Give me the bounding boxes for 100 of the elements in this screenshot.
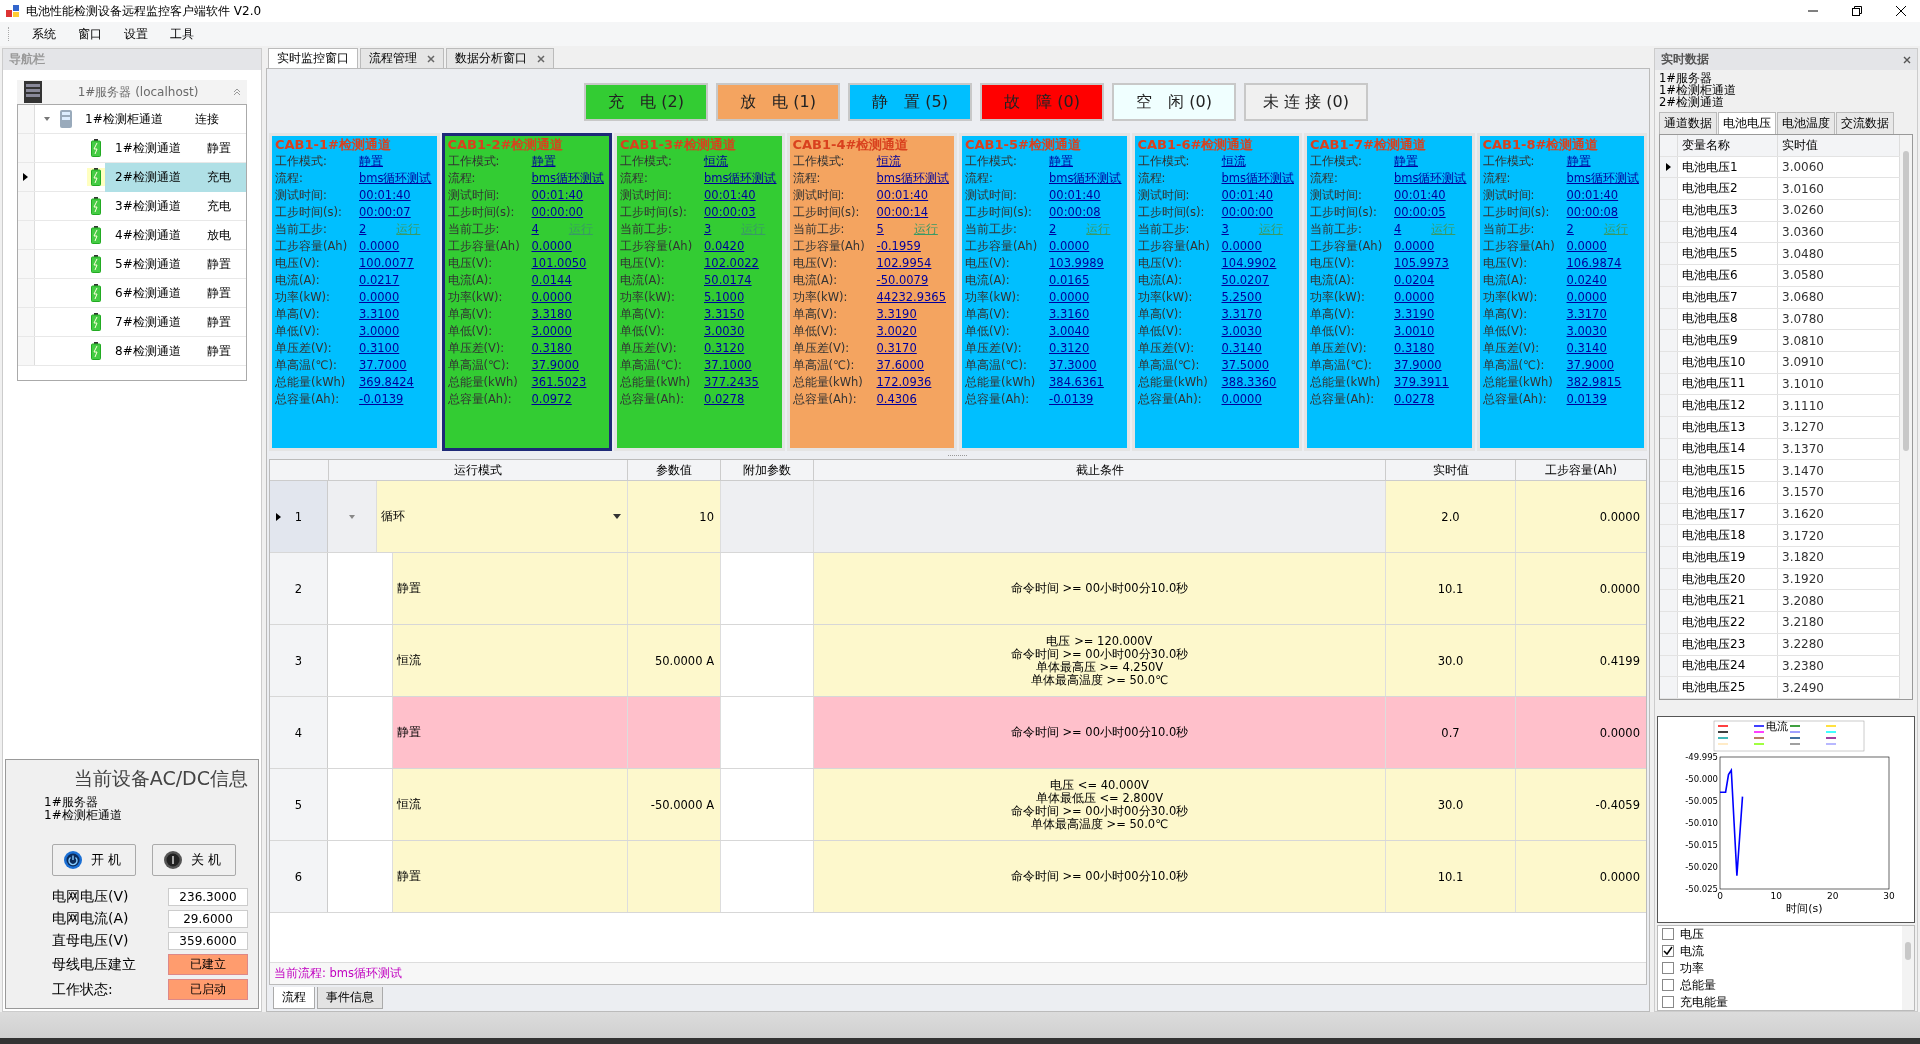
value-link[interactable]: 3.0000	[359, 323, 400, 340]
row-header[interactable]	[1660, 156, 1678, 178]
value-link[interactable]: 3.0040	[1049, 323, 1090, 340]
value-link[interactable]: -0.0139	[359, 391, 404, 408]
tree-item[interactable]: 7#检测通道	[105, 307, 197, 337]
value-link[interactable]: 恒流	[876, 153, 901, 170]
value-link[interactable]: 0.0217	[359, 272, 400, 289]
value-link[interactable]: 00:01:40	[704, 187, 756, 204]
value-link[interactable]: 0.0144	[531, 272, 572, 289]
value-link[interactable]: -0.1959	[876, 238, 921, 255]
value-link[interactable]: 37.6000	[876, 357, 925, 374]
tree-item[interactable]: 1#检测通道	[105, 133, 197, 163]
value-link[interactable]: 0.0204	[1394, 272, 1435, 289]
value-link[interactable]: 00:00:00	[531, 204, 584, 221]
value-link[interactable]: 37.9000	[531, 357, 580, 374]
value-link[interactable]: 0.0000	[359, 289, 400, 306]
value-link[interactable]: 0.0000	[1221, 238, 1262, 255]
value-link[interactable]: 3.3190	[1394, 306, 1435, 323]
value-link[interactable]: 0.3120	[1049, 340, 1090, 357]
row-header[interactable]: 5	[270, 769, 328, 840]
data-tab[interactable]: 通道数据	[1659, 112, 1717, 134]
value-link[interactable]: 50.0207	[1221, 272, 1270, 289]
value-link[interactable]: 0.3120	[704, 340, 745, 357]
value-link[interactable]: 3.3170	[1221, 306, 1262, 323]
value-link[interactable]: 5.1000	[704, 289, 745, 306]
value-link[interactable]: 00:00:07	[359, 204, 411, 221]
value-link[interactable]: 3.0030	[704, 323, 745, 340]
column-header[interactable]: 参数值	[627, 460, 720, 480]
value-link[interactable]: -0.0139	[1049, 391, 1094, 408]
value-link[interactable]: 0.0420	[704, 238, 745, 255]
value-link[interactable]: 0.3140	[1566, 340, 1607, 357]
value-link[interactable]: 0.0972	[531, 391, 572, 408]
value-link[interactable]: 37.9000	[1394, 357, 1442, 374]
value-link[interactable]: 0.3180	[531, 340, 572, 357]
status-filter-button[interactable]: 放 电 (1)	[716, 83, 840, 121]
value-link[interactable]: 106.9874	[1566, 255, 1622, 272]
value-link[interactable]: 102.0022	[704, 255, 759, 272]
panel-tab[interactable]: 流程	[273, 987, 315, 1009]
value-link[interactable]: 3.3190	[876, 306, 917, 323]
value-link[interactable]: bms循环测试	[1049, 170, 1122, 187]
tree-item[interactable]: 1#检测柜通道	[85, 110, 185, 128]
value-link[interactable]: 00:01:40	[876, 187, 929, 204]
power-on-button[interactable]: 开 机	[52, 844, 137, 876]
menu-item[interactable]: 设置	[115, 23, 157, 45]
value-link[interactable]: 377.2435	[704, 374, 759, 391]
value-link[interactable]: 0.0240	[1566, 272, 1607, 289]
value-link[interactable]: 0.0000	[1566, 238, 1607, 255]
channel-card[interactable]	[441, 133, 612, 451]
status-filter-button[interactable]: 充 电 (2)	[584, 83, 708, 121]
value-link[interactable]: 00:00:00	[1221, 204, 1274, 221]
row-header[interactable]	[18, 163, 35, 191]
status-filter-button[interactable]: 故 障 (0)	[980, 83, 1104, 121]
value-link[interactable]: 00:00:14	[876, 204, 929, 221]
expand-icon[interactable]	[43, 115, 51, 123]
value-link[interactable]: bms循环测试	[1394, 170, 1467, 187]
value-link[interactable]: 50.0174	[704, 272, 752, 289]
value-link[interactable]: 2	[359, 221, 367, 238]
column-header[interactable]: 附加参数	[720, 460, 813, 480]
value-link[interactable]: 恒流	[1221, 153, 1246, 170]
menu-item[interactable]: 工具	[161, 23, 203, 45]
value-link[interactable]: 0.0000	[1394, 289, 1435, 306]
value-link[interactable]: 4	[1394, 221, 1402, 238]
power-off-button[interactable]: 关 机	[151, 844, 236, 876]
value-link[interactable]: 37.9000	[1566, 357, 1615, 374]
value-link[interactable]: 0.0000	[359, 238, 400, 255]
value-link[interactable]: 0.0278	[704, 391, 745, 408]
restore-icon[interactable]	[1852, 6, 1862, 16]
value-link[interactable]: 00:00:08	[1566, 204, 1619, 221]
value-link[interactable]: 0.0000	[1049, 289, 1090, 306]
value-link[interactable]: 3.0020	[876, 323, 917, 340]
tree-item[interactable]: 3#检测通道	[105, 191, 197, 221]
value-link[interactable]: 2	[1049, 221, 1057, 238]
value-link[interactable]: 静置	[1394, 153, 1418, 170]
value-link[interactable]: 382.9815	[1566, 374, 1622, 391]
value-link[interactable]: 0.3180	[1394, 340, 1435, 357]
column-header[interactable]: 运行模式	[328, 460, 627, 480]
data-tab[interactable]: 电池电压	[1718, 112, 1776, 134]
value-link[interactable]: 静置	[1049, 153, 1073, 170]
close-icon[interactable]	[1903, 55, 1911, 64]
menu-item[interactable]: 窗口	[69, 23, 111, 45]
value-link[interactable]: 00:01:40	[531, 187, 584, 204]
value-link[interactable]: 0.0000	[531, 289, 572, 306]
row-header[interactable]: 4	[270, 697, 328, 768]
value-link[interactable]: 3.0000	[531, 323, 572, 340]
value-link[interactable]: 361.5023	[531, 374, 587, 391]
splitter-grip-icon[interactable]	[948, 453, 968, 457]
document-tab[interactable]: 实时监控窗口	[268, 48, 358, 68]
value-link[interactable]: 00:00:05	[1394, 204, 1446, 221]
value-link[interactable]: 0.3100	[359, 340, 400, 357]
value-link[interactable]: 103.9989	[1049, 255, 1104, 272]
row-header[interactable]: 2	[270, 553, 328, 624]
value-link[interactable]: 3.0010	[1394, 323, 1435, 340]
value-link[interactable]: 00:00:03	[704, 204, 756, 221]
value-link[interactable]: 105.9973	[1394, 255, 1449, 272]
row-header[interactable]: 6	[270, 841, 328, 912]
status-filter-button[interactable]: 空 闲 (0)	[1112, 83, 1236, 121]
tree-item[interactable]: 5#检测通道	[105, 249, 197, 279]
value-link[interactable]: 3.3150	[704, 306, 745, 323]
value-link[interactable]: -50.0079	[876, 272, 929, 289]
value-link[interactable]: 369.8424	[359, 374, 414, 391]
